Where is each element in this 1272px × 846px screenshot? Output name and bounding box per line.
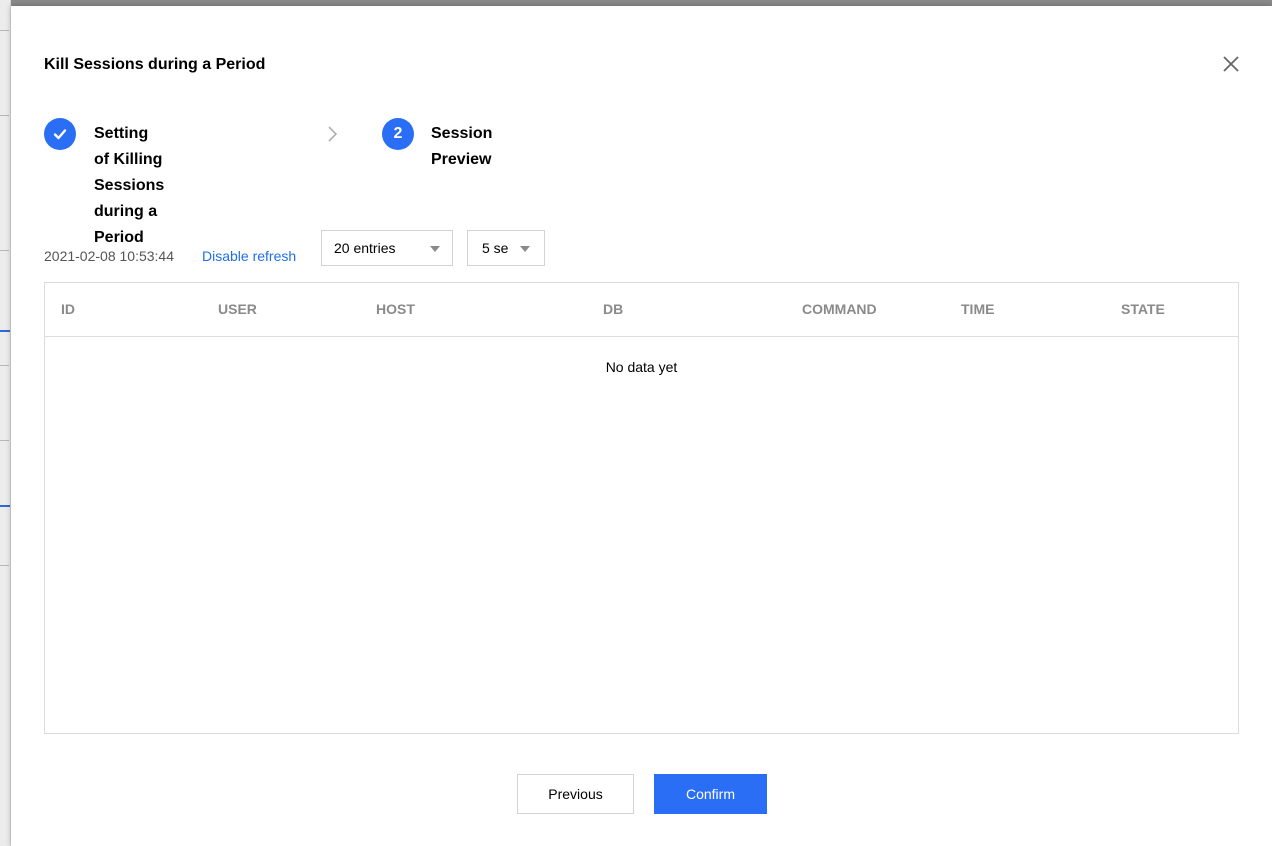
column-header-db[interactable]: DB [603,301,623,317]
close-icon[interactable] [1219,52,1243,76]
step-2-label: Session Preview [431,125,493,168]
caret-down-icon [430,246,440,252]
session-table: ID USER HOST DB COMMAND TIME STATE No da… [44,282,1239,734]
column-header-state[interactable]: STATE [1121,301,1165,317]
column-header-host[interactable]: HOST [376,301,415,317]
step-2-number: 2 [382,118,414,150]
previous-button[interactable]: Previous [517,774,634,814]
kill-sessions-dialog: Kill Sessions during a Period Setting of… [11,6,1272,846]
last-refresh-timestamp: 2021-02-08 10:53:44 [44,248,174,264]
background-page-edge [0,0,11,846]
refresh-interval-value: 5 sec [482,240,508,256]
empty-state-text: No data yet [605,359,678,375]
disable-refresh-link[interactable]: Disable refresh [202,248,296,264]
step-1-label: Setting of Killing Sessions during a Per… [94,125,165,246]
column-header-command[interactable]: COMMAND [802,301,877,317]
step-1-check-icon [44,118,76,150]
column-header-id[interactable]: ID [61,301,75,317]
page-size-value: 20 entries [334,240,396,256]
chevron-right-icon [326,124,340,144]
column-header-time[interactable]: TIME [961,301,994,317]
page-size-select[interactable]: 20 entries [321,230,453,266]
dialog-title: Kill Sessions during a Period [44,56,266,73]
table-header: ID USER HOST DB COMMAND TIME STATE [45,283,1238,337]
confirm-button[interactable]: Confirm [654,774,767,814]
caret-down-icon [520,246,530,252]
column-header-user[interactable]: USER [218,301,257,317]
refresh-interval-select[interactable]: 5 sec [467,230,545,266]
